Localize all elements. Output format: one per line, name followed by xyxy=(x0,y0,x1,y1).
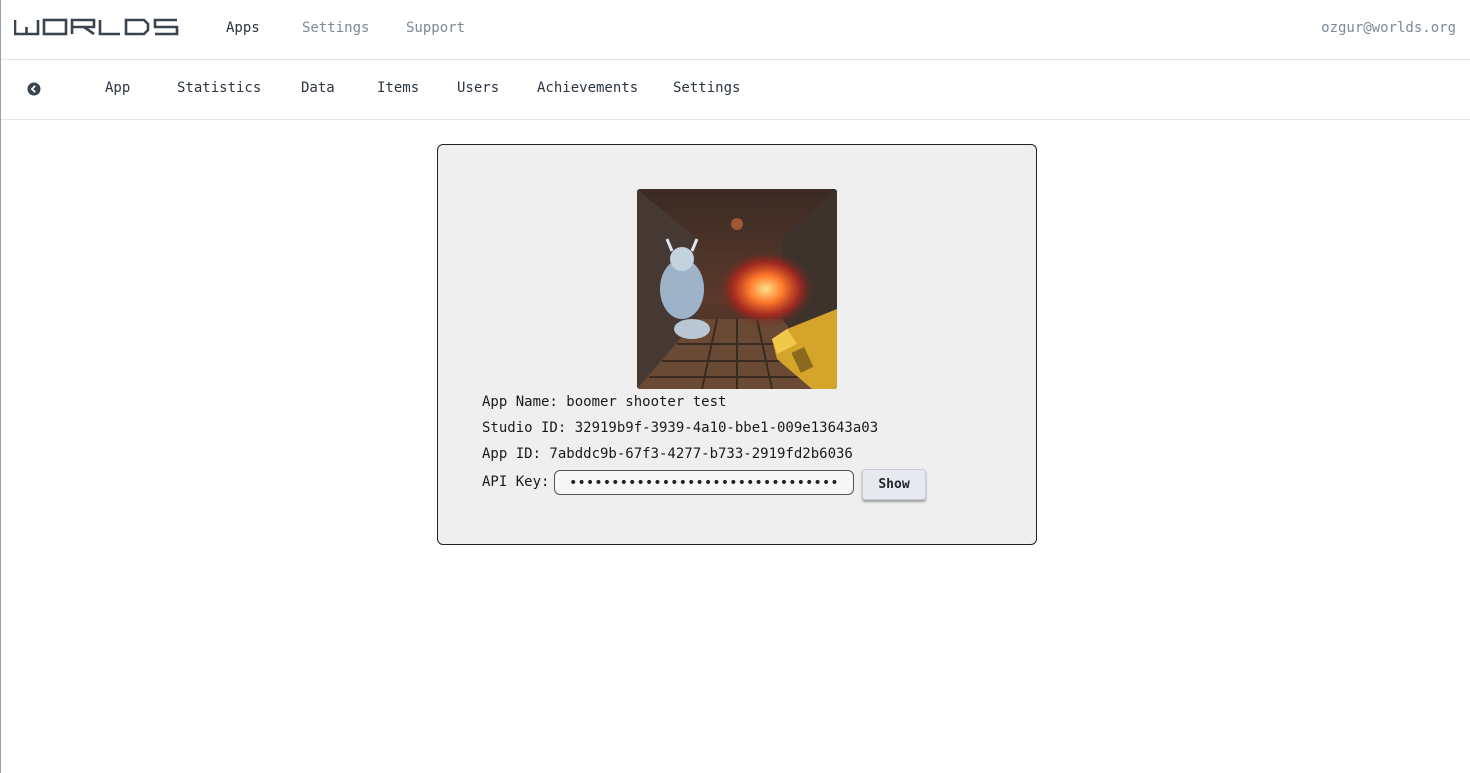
tab-app[interactable]: App xyxy=(105,80,130,96)
api-key-field[interactable] xyxy=(554,470,854,495)
tab-items[interactable]: Items xyxy=(377,80,419,96)
tab-settings[interactable]: Settings xyxy=(673,80,740,96)
nav-support[interactable]: Support xyxy=(406,20,465,36)
tab-data[interactable]: Data xyxy=(301,80,335,96)
nav-settings[interactable]: Settings xyxy=(302,20,369,36)
tab-users[interactable]: Users xyxy=(457,80,499,96)
app-id-line: App ID: 7abddc9b-67f3-4277-b733-2919fd2b… xyxy=(482,446,853,462)
studio-id-line: Studio ID: 32919b9f-3939-4a10-bbe1-009e1… xyxy=(482,420,879,436)
app-cover-image xyxy=(637,189,837,389)
app-subnav: App Statistics Data Items Users Achievem… xyxy=(1,60,1470,120)
api-key-label: API Key: xyxy=(482,474,550,490)
top-bar: Apps Settings Support ozgur@worlds.org xyxy=(1,0,1470,60)
nav-apps[interactable]: Apps xyxy=(226,20,260,36)
show-api-key-button[interactable]: Show xyxy=(862,469,926,500)
app-name-line: App Name: boomer shooter test xyxy=(482,394,727,410)
worlds-logo[interactable] xyxy=(14,18,179,36)
tab-statistics[interactable]: Statistics xyxy=(177,80,261,96)
back-arrow-circle-icon[interactable] xyxy=(27,82,41,96)
app-details-card: App Name: boomer shooter test Studio ID:… xyxy=(437,144,1037,545)
tab-achievements[interactable]: Achievements xyxy=(537,80,638,96)
page: Apps Settings Support ozgur@worlds.org A… xyxy=(0,0,1470,773)
user-email[interactable]: ozgur@worlds.org xyxy=(1321,20,1456,36)
